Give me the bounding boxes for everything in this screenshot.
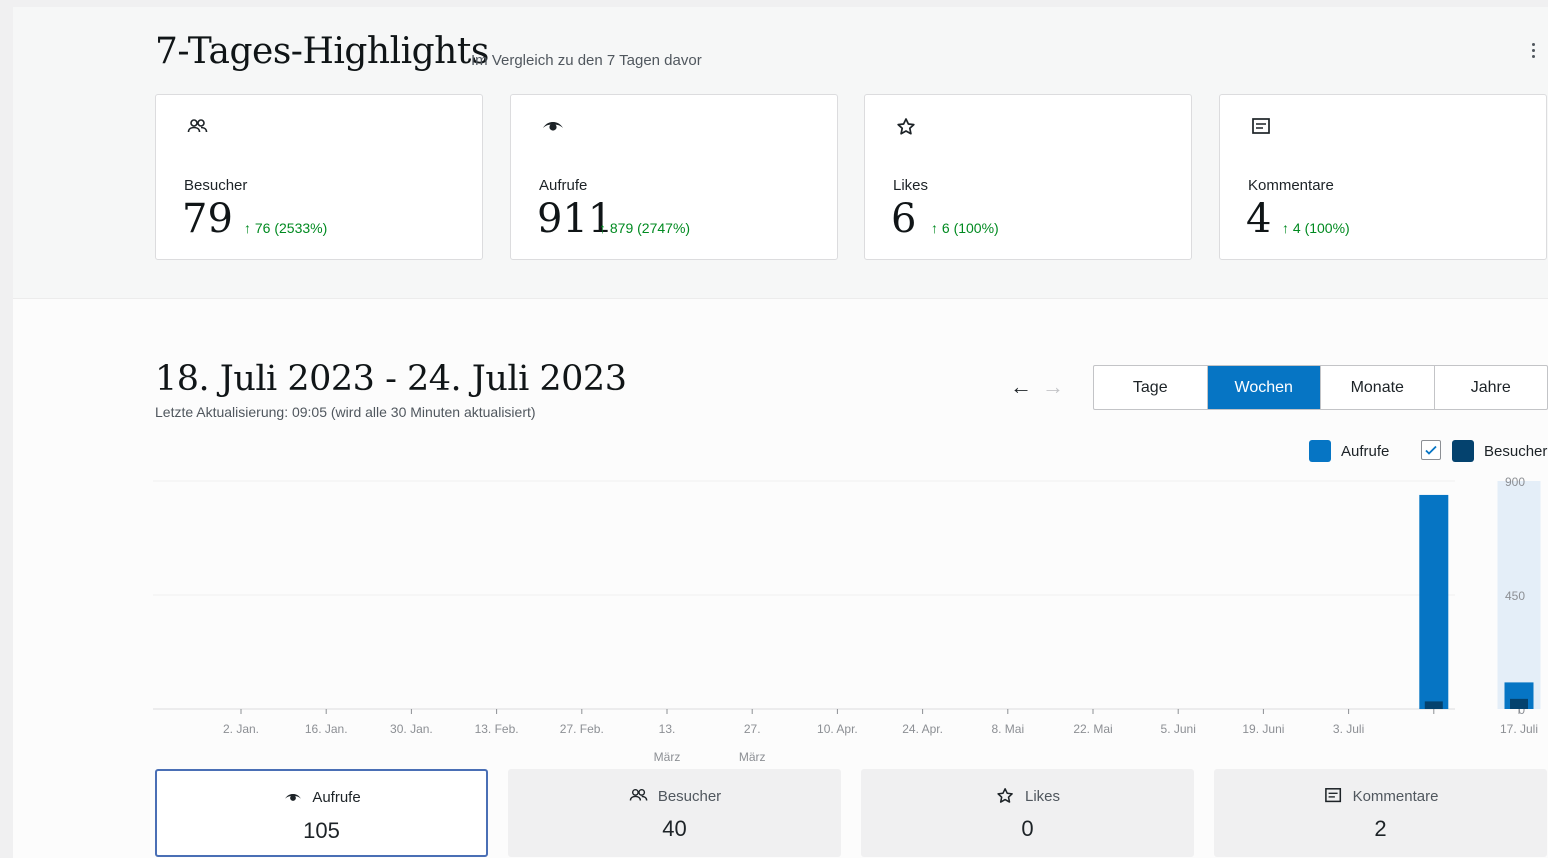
eye-icon [285, 793, 302, 801]
x-tick-label: 3. Juli [1333, 722, 1364, 736]
x-tick-label: 19. Juni [1242, 722, 1284, 736]
arrow-left-icon[interactable]: ← [1008, 374, 1034, 400]
tab-tage[interactable]: Tage [1094, 366, 1208, 409]
views-bar-chart: 04509002. Jan. 16. Jan. 30. Jan. 13. Feb. 27… [153, 475, 1541, 764]
summary-tab-likes[interactable]: Likes 0 [861, 769, 1194, 857]
highlight-label: Kommentare [1248, 177, 1334, 194]
stats-page: 7-Tages-Highlights Im Vergleich zu den 7… [13, 7, 1548, 858]
summary-tab-head: Besucher [508, 787, 841, 805]
summary-tab-head: Likes [861, 787, 1194, 805]
highlights-subtitle: Im Vergleich zu den 7 Tagen davor [471, 52, 702, 69]
summary-tab-head: Aufrufe [157, 789, 486, 806]
highlight-value: 4 [1246, 196, 1272, 242]
summary-tab-label: Besucher [657, 787, 722, 805]
highlight-card-aufrufe: Aufrufe 911 ↑ 879 (2747%) [510, 94, 838, 260]
x-tick-label: 5. Juni [1161, 722, 1196, 736]
highlight-delta: ↑ 6 (100%) [931, 220, 999, 236]
checkmark-icon [1425, 445, 1437, 455]
x-tick-label: 27. Feb. [560, 722, 604, 736]
star-icon [997, 788, 1013, 803]
x-tick-label: 24. Apr. [902, 722, 943, 736]
star-icon [897, 118, 915, 135]
legend-swatch [1309, 440, 1331, 462]
more-options-icon[interactable] [1525, 43, 1541, 63]
highlight-delta: ↑ 4 (100%) [1282, 220, 1350, 236]
highlight-delta: ↑ 879 (2747%) [599, 220, 691, 236]
summary-tab-aufrufe[interactable]: Aufrufe 105 [155, 769, 488, 857]
x-tick-label: 2. Jan. [223, 722, 259, 736]
tab-wochen[interactable]: Wochen [1207, 366, 1321, 409]
comment-icon [1252, 118, 1270, 134]
highlight-delta: ↑ 76 (2533%) [244, 220, 328, 236]
legend-label: Besucher [1484, 442, 1548, 460]
bar-aufrufe [1419, 494, 1449, 709]
tab-monate[interactable]: Monate [1321, 366, 1435, 409]
legend-swatch [1452, 440, 1474, 462]
x-tick-label: 16. Jan. [305, 722, 348, 736]
highlights-title: 7-Tages-Highlights [155, 31, 489, 72]
bar-besucher [1510, 698, 1528, 709]
people-icon [629, 788, 648, 801]
legend-aufrufe: Aufrufe [1309, 440, 1389, 462]
x-tick-label: 8. Mai [991, 722, 1024, 736]
legend-label: Aufrufe [1341, 442, 1390, 460]
summary-tab-value: 0 [1021, 816, 1034, 841]
y-tick-label: 900 [1505, 475, 1525, 489]
x-tick-label: 30. Jan. [390, 722, 433, 736]
summary-tab-value: 2 [1374, 816, 1387, 841]
x-tick-label: 17. Juli [1500, 722, 1538, 736]
highlight-label: Besucher [184, 177, 248, 194]
x-tick-label: 27. [744, 722, 761, 736]
summary-tab-value: 105 [303, 818, 340, 843]
highlight-card-besucher: Besucher 79 ↑ 76 (2533%) [155, 94, 483, 260]
x-tick-label: 22. Mai [1073, 722, 1112, 736]
eye-icon [543, 122, 563, 131]
highlight-value: 6 [891, 196, 917, 242]
comment-icon [1324, 788, 1341, 803]
people-icon [187, 119, 208, 133]
bar-besucher [1424, 701, 1443, 709]
highlight-value: 79 [182, 196, 233, 242]
x-tick-label: 10. Apr. [817, 722, 858, 736]
highlight-label: Aufrufe [539, 177, 588, 194]
highlight-card-likes: Likes 6 ↑ 6 (100%) [864, 94, 1192, 260]
period-tabs: Tage Wochen Monate Jahre [1093, 365, 1548, 410]
summary-tab-kommentare[interactable]: Kommentare 2 [1214, 769, 1547, 857]
highlight-card-kommentare: Kommentare 4 ↑ 4 (100%) [1219, 94, 1547, 260]
x-tick-label: März [739, 750, 766, 764]
summary-tab-label: Kommentare [1352, 787, 1439, 805]
summary-tab-value: 40 [662, 816, 687, 841]
summary-tab-label: Aufrufe [312, 789, 361, 806]
y-tick-label: 450 [1505, 589, 1525, 603]
besucher-checkbox[interactable] [1421, 440, 1441, 460]
summary-tab-head: Kommentare [1214, 787, 1547, 805]
tab-jahre[interactable]: Jahre [1435, 366, 1548, 409]
date-range-title: 18. Juli 2023 - 24. Juli 2023 [155, 359, 627, 399]
x-tick-label: März [654, 750, 681, 764]
x-tick-label: 13. [659, 722, 676, 736]
last-update-text: Letzte Aktualisierung: 09:05 (wird alle … [155, 404, 536, 420]
summary-tab-besucher[interactable]: Besucher 40 [508, 769, 841, 857]
summary-tab-label: Likes [1024, 787, 1061, 805]
legend-besucher: Besucher [1452, 440, 1547, 462]
highlight-label: Likes [893, 177, 929, 194]
arrow-right-icon: → [1042, 374, 1064, 399]
x-tick-label: 13. Feb. [475, 722, 519, 736]
